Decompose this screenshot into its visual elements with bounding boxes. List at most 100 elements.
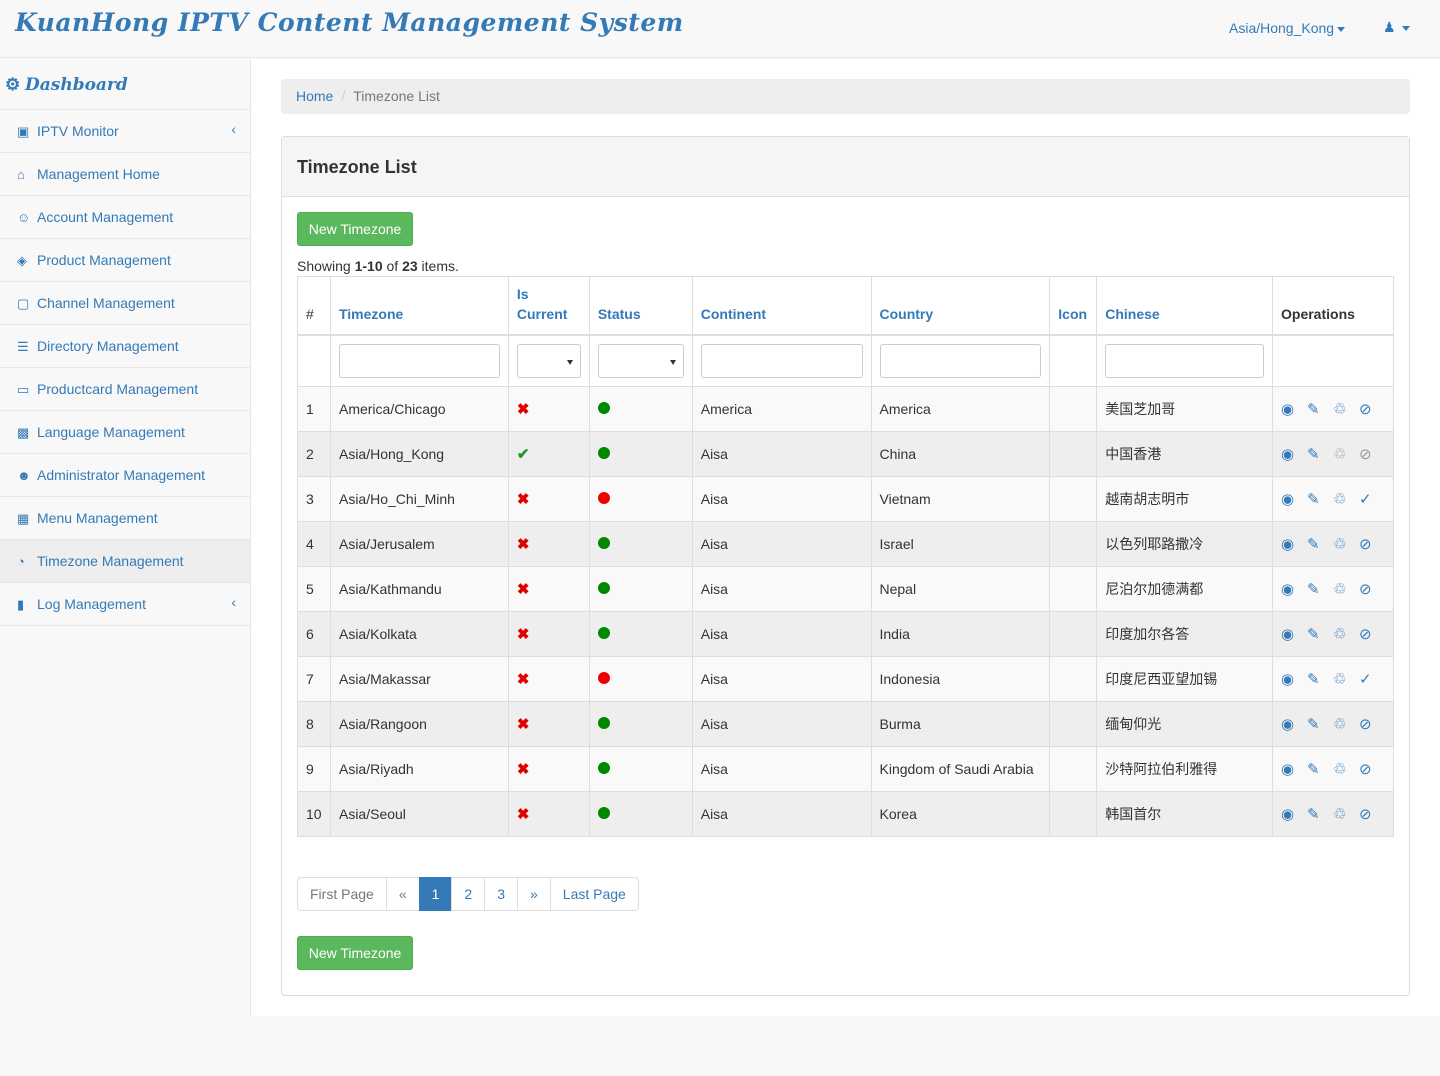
sidebar-item-directory-management[interactable]: ☰ Directory Management [0, 325, 250, 368]
breadcrumb-current: Timezone List [353, 88, 440, 104]
col-header-is-current-line1: Is [516, 285, 529, 302]
brand-title[interactable]: KuanHong IPTV Content Management System [15, 8, 684, 37]
delete-icon[interactable]: ♲ [1333, 490, 1359, 508]
edit-icon[interactable]: ✎ [1307, 760, 1333, 778]
new-timezone-button-bottom[interactable]: New Timezone [297, 936, 413, 970]
view-icon[interactable]: ◉ [1281, 490, 1307, 508]
col-header-country[interactable]: Country [870, 276, 1051, 336]
view-icon[interactable]: ◉ [1281, 625, 1307, 643]
summary-prefix: Showing [297, 258, 355, 274]
edit-icon[interactable]: ✎ [1307, 400, 1333, 418]
edit-icon[interactable]: ✎ [1307, 445, 1333, 463]
view-icon[interactable]: ◉ [1281, 805, 1307, 823]
filter-chinese-cell [1096, 334, 1273, 387]
view-icon[interactable]: ◉ [1281, 400, 1307, 418]
cell-icon [1049, 791, 1098, 837]
col-header-status[interactable]: Status [588, 276, 693, 336]
sidebar-item-timezone-management[interactable]: ◔ Timezone Management [0, 540, 250, 583]
cell-operations: ◉ ✎ ♲ ⊘ [1272, 746, 1394, 792]
edit-icon[interactable]: ✎ [1307, 805, 1333, 823]
disable-icon[interactable]: ⊘ [1359, 535, 1385, 553]
delete-icon[interactable]: ♲ [1333, 535, 1359, 553]
timezone-dropdown[interactable]: Asia/Hong_Kong [1229, 20, 1346, 36]
filter-continent-input[interactable] [700, 343, 863, 378]
filter-is-current-select[interactable] [516, 343, 581, 378]
disable-icon[interactable]: ⊘ [1359, 400, 1385, 418]
view-icon[interactable]: ◉ [1281, 445, 1307, 463]
delete-icon[interactable]: ♲ [1333, 625, 1359, 643]
disable-icon[interactable]: ⊘ [1359, 580, 1385, 598]
breadcrumb-home-link[interactable]: Home [296, 88, 333, 104]
sidebar-item-productcard-management[interactable]: ▭ Productcard Management [0, 368, 250, 411]
edit-icon[interactable]: ✎ [1307, 715, 1333, 733]
disable-icon[interactable]: ⊘ [1359, 805, 1385, 823]
delete-icon[interactable]: ♲ [1333, 670, 1359, 688]
edit-icon[interactable]: ✎ [1307, 625, 1333, 643]
cell-continent: America [691, 386, 872, 432]
cell-is-current: ✖ [507, 746, 590, 792]
filter-chinese-input[interactable] [1105, 343, 1264, 378]
sidebar-item-log-management[interactable]: ▮ Log Management ‹ [0, 583, 250, 626]
cell-country: Burma [870, 701, 1051, 747]
sidebar-item-channel-management[interactable]: ▢ Channel Management [0, 282, 250, 325]
view-icon[interactable]: ◉ [1281, 580, 1307, 598]
delete-icon[interactable]: ♲ [1333, 805, 1359, 823]
cell-icon [1049, 746, 1098, 792]
cell-continent: Aisa [691, 656, 872, 702]
sidebar-item-menu-management[interactable]: ▦ Menu Management [0, 497, 250, 540]
col-header-is-current[interactable]: Is Current [507, 276, 590, 336]
first-page-link[interactable]: First Page [297, 877, 387, 911]
filter-timezone-input[interactable] [338, 343, 500, 378]
cell-is-current: ✖ [507, 791, 590, 837]
view-icon[interactable]: ◉ [1281, 715, 1307, 733]
cell-num: 8 [297, 701, 331, 747]
view-icon[interactable]: ◉ [1281, 670, 1307, 688]
col-header-icon[interactable]: Icon [1049, 276, 1098, 336]
enable-icon[interactable]: ✓ [1359, 490, 1385, 508]
cell-num: 1 [297, 386, 331, 432]
filter-country-input[interactable] [879, 343, 1042, 378]
table-row: 8 Asia/Rangoon ✖ Aisa Burma 缅甸仰光 ◉ ✎ ♲ ⊘ [297, 701, 1394, 747]
page-1-link[interactable]: 1 [418, 877, 453, 911]
col-header-timezone[interactable]: Timezone [329, 276, 509, 336]
edit-icon[interactable]: ✎ [1307, 535, 1333, 553]
cell-chinese: 沙特阿拉伯利雅得 [1096, 746, 1273, 792]
sidebar-dashboard-link[interactable]: ⚙ Dashboard [0, 59, 250, 110]
user-dropdown[interactable]: ♟ [1383, 19, 1410, 36]
edit-icon[interactable]: ✎ [1307, 490, 1333, 508]
delete-icon[interactable]: ♲ [1333, 715, 1359, 733]
status-dot-icon [597, 402, 610, 414]
sidebar-item-account-management[interactable]: ☺ Account Management [0, 196, 250, 239]
cell-chinese: 越南胡志明市 [1096, 476, 1273, 522]
disable-icon[interactable]: ⊘ [1359, 760, 1385, 778]
delete-icon[interactable]: ♲ [1333, 400, 1359, 418]
next-page-link[interactable]: » [517, 877, 551, 911]
sidebar-item-administrator-management[interactable]: ☻ Administrator Management [0, 454, 250, 497]
cell-continent: Aisa [691, 746, 872, 792]
last-page-link[interactable]: Last Page [549, 877, 639, 911]
delete-icon[interactable]: ♲ [1333, 760, 1359, 778]
cell-num: 7 [297, 656, 331, 702]
prev-page-link[interactable]: « [385, 877, 420, 911]
timezone-table: # Timezone Is Current Status Continent Co… [297, 276, 1394, 837]
edit-icon[interactable]: ✎ [1307, 670, 1333, 688]
sidebar-item-product-management[interactable]: ◈ Product Management [0, 239, 250, 282]
filter-status-select[interactable] [597, 343, 684, 378]
enable-icon[interactable]: ✓ [1359, 670, 1385, 688]
edit-icon[interactable]: ✎ [1307, 580, 1333, 598]
sidebar-item-language-management[interactable]: ▩ Language Management [0, 411, 250, 454]
col-header-continent[interactable]: Continent [691, 276, 872, 336]
col-header-chinese[interactable]: Chinese [1096, 276, 1273, 336]
status-dot-icon [597, 627, 610, 639]
view-icon[interactable]: ◉ [1281, 760, 1307, 778]
page-2-link[interactable]: 2 [451, 877, 486, 911]
delete-icon[interactable]: ♲ [1333, 580, 1359, 598]
disable-icon[interactable]: ⊘ [1359, 715, 1385, 733]
sidebar-item-label: Account Management [37, 209, 174, 225]
sidebar-item-management-home[interactable]: ⌂ Management Home [0, 153, 250, 196]
page-3-link[interactable]: 3 [484, 877, 518, 911]
view-icon[interactable]: ◉ [1281, 535, 1307, 553]
disable-icon[interactable]: ⊘ [1359, 625, 1385, 643]
new-timezone-button[interactable]: New Timezone [297, 212, 413, 246]
sidebar-item-iptv-monitor[interactable]: ▣ IPTV Monitor ‹ [0, 110, 250, 153]
